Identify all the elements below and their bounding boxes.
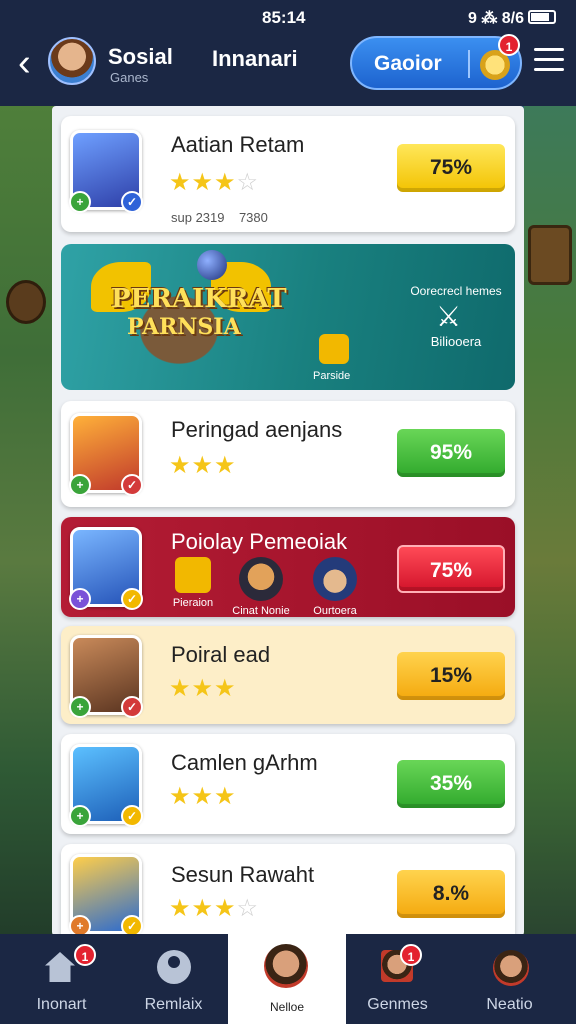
tab-label: Inonart xyxy=(36,996,87,1013)
featured-label: Cinat Nonie xyxy=(232,605,290,617)
battery-icon xyxy=(528,10,556,24)
pill-divider xyxy=(468,50,470,78)
game-meta: sup 2319 7380 xyxy=(171,210,268,225)
tab-label: Nelloe xyxy=(269,1000,305,1014)
percent-badge[interactable]: 15% xyxy=(397,652,505,700)
game-name: Aatian Retam xyxy=(171,132,305,157)
chevron-left-icon[interactable]: ‹ xyxy=(18,44,31,82)
rating-stars-icon: ★★★☆ xyxy=(169,895,260,922)
banner-logo-line2: PARNSIA xyxy=(127,314,241,340)
list-item[interactable]: + ✓ Poiral ead ★★★ 15% xyxy=(61,626,515,724)
game-name: Poiolay Pemeoiak xyxy=(171,529,348,554)
shield-badge-icon: ✓ xyxy=(121,805,143,827)
list-item[interactable]: + ✓ Aatian Retam ★★★☆ sup 2319 7380 75% xyxy=(61,116,515,232)
notification-badge: 1 xyxy=(498,34,520,56)
crossed-swords-icon: ⚔ xyxy=(436,301,462,332)
character-icon xyxy=(239,557,283,601)
plus-badge-icon: + xyxy=(69,805,91,827)
game-name: Camlen gArhm xyxy=(171,750,318,775)
list-item[interactable]: + ✓ Sesun Rawaht ★★★☆ 8.% xyxy=(61,844,515,936)
banner-side-title: Oorecrecl hemes xyxy=(410,284,502,298)
status-time: 85:14 xyxy=(262,8,306,27)
tab-label: Genmes xyxy=(367,996,428,1013)
status-bar: 85:14 9 ⁂ 8/6 xyxy=(0,0,576,34)
page-title: Innanari xyxy=(212,46,298,71)
avatar-icon xyxy=(264,944,308,988)
action-pill-button[interactable]: Gaoior 1 xyxy=(350,34,522,90)
friend-icon xyxy=(493,950,529,986)
profile-icon xyxy=(157,950,191,984)
percent-badge[interactable]: 8.% xyxy=(397,870,505,918)
list-item[interactable]: + ✓ Camlen gArhm ★★★ 35% xyxy=(61,734,515,834)
background-sign xyxy=(528,225,572,285)
plus-badge-icon: + xyxy=(69,915,91,936)
orb-icon xyxy=(197,250,227,280)
gift-icon xyxy=(319,334,349,364)
tab-active[interactable]: Nelloe xyxy=(228,934,346,1024)
percent-badge[interactable]: 35% xyxy=(397,760,505,808)
percent-badge[interactable]: 75% xyxy=(397,144,505,192)
game-name: Sesun Rawaht xyxy=(171,862,315,887)
character-icon xyxy=(313,557,357,601)
tab-games[interactable]: 1 Genmes xyxy=(340,934,455,1024)
game-name: Poiral ead xyxy=(171,642,271,667)
game-thumbnail: + ✓ xyxy=(69,635,143,718)
app-header: ‹ Sosial Ganes Innanari Gaoior 1 xyxy=(0,34,576,106)
tab-label: Remlaix xyxy=(144,996,203,1013)
shield-badge-icon: ✓ xyxy=(121,588,143,610)
game-list-panel: + ✓ Aatian Retam ★★★☆ sup 2319 7380 75% … xyxy=(52,106,524,936)
tab-badge: 1 xyxy=(74,944,96,966)
featured-character[interactable]: Ourtoera xyxy=(299,557,371,617)
app-title: Sosial xyxy=(108,44,173,69)
pill-label: Gaoior xyxy=(374,52,442,75)
status-indicators: 9 ⁂ 8/6 xyxy=(467,10,524,27)
game-thumbnail: + ✓ xyxy=(69,744,143,827)
gift-label: Parside xyxy=(313,370,351,382)
promo-banner[interactable]: PERAIKRAT PARNSIA Parside Oorecrecl heme… xyxy=(61,244,515,390)
percent-badge[interactable]: 95% xyxy=(397,429,505,477)
featured-list-item[interactable]: + ✓ Poiolay Pemeoiak Pieraion Cinat Noni… xyxy=(61,517,515,617)
list-item[interactable]: + ✓ Peringad aenjans ★★★ 95% xyxy=(61,401,515,507)
featured-character[interactable]: Cinat Nonie xyxy=(225,557,297,617)
tab-badge: 1 xyxy=(400,944,422,966)
rating-stars-icon: ★★★ xyxy=(169,452,237,479)
game-thumbnail: + ✓ xyxy=(69,854,143,936)
shield-badge-icon: ✓ xyxy=(121,696,143,718)
avatar[interactable] xyxy=(48,37,96,85)
banner-side-label: Biliooera xyxy=(430,334,482,349)
background-forest-left xyxy=(0,105,55,935)
percent-badge[interactable]: 75% xyxy=(397,545,505,593)
tab-home[interactable]: 1 Inonart xyxy=(4,934,119,1024)
featured-label: Ourtoera xyxy=(313,605,357,617)
featured-reward[interactable]: Pieraion xyxy=(157,557,229,609)
bottom-tab-bar: 1 Inonart Remlaix Nelloe 1 Genmes Neatio xyxy=(0,934,576,1024)
shield-badge-icon: ✓ xyxy=(121,191,143,213)
hamburger-icon[interactable] xyxy=(534,48,564,72)
plus-badge-icon: + xyxy=(69,696,91,718)
gift-icon xyxy=(175,557,211,593)
shield-badge-icon: ✓ xyxy=(121,474,143,496)
tab-label: Neatio xyxy=(486,996,533,1013)
rating-stars-icon: ★★★ xyxy=(169,675,237,702)
featured-label: Pieraion xyxy=(172,597,214,609)
app-subtitle: Ganes xyxy=(110,70,149,85)
background-shield xyxy=(6,280,46,324)
banner-logo-line1: PERAIKRAT xyxy=(111,284,287,314)
plus-badge-icon: + xyxy=(69,474,91,496)
plus-badge-icon: + xyxy=(69,191,91,213)
rating-stars-icon: ★★★☆ xyxy=(169,169,260,196)
tab-profile[interactable]: Remlaix xyxy=(116,934,231,1024)
game-thumbnail: + ✓ xyxy=(69,413,143,496)
rating-stars-icon: ★★★ xyxy=(169,783,237,810)
game-name: Peringad aenjans xyxy=(171,417,343,442)
shield-badge-icon: ✓ xyxy=(121,915,143,936)
plus-badge-icon: + xyxy=(69,588,91,610)
game-thumbnail: + ✓ xyxy=(69,527,143,610)
tab-friends[interactable]: Neatio xyxy=(452,934,567,1024)
game-thumbnail: + ✓ xyxy=(69,130,143,213)
